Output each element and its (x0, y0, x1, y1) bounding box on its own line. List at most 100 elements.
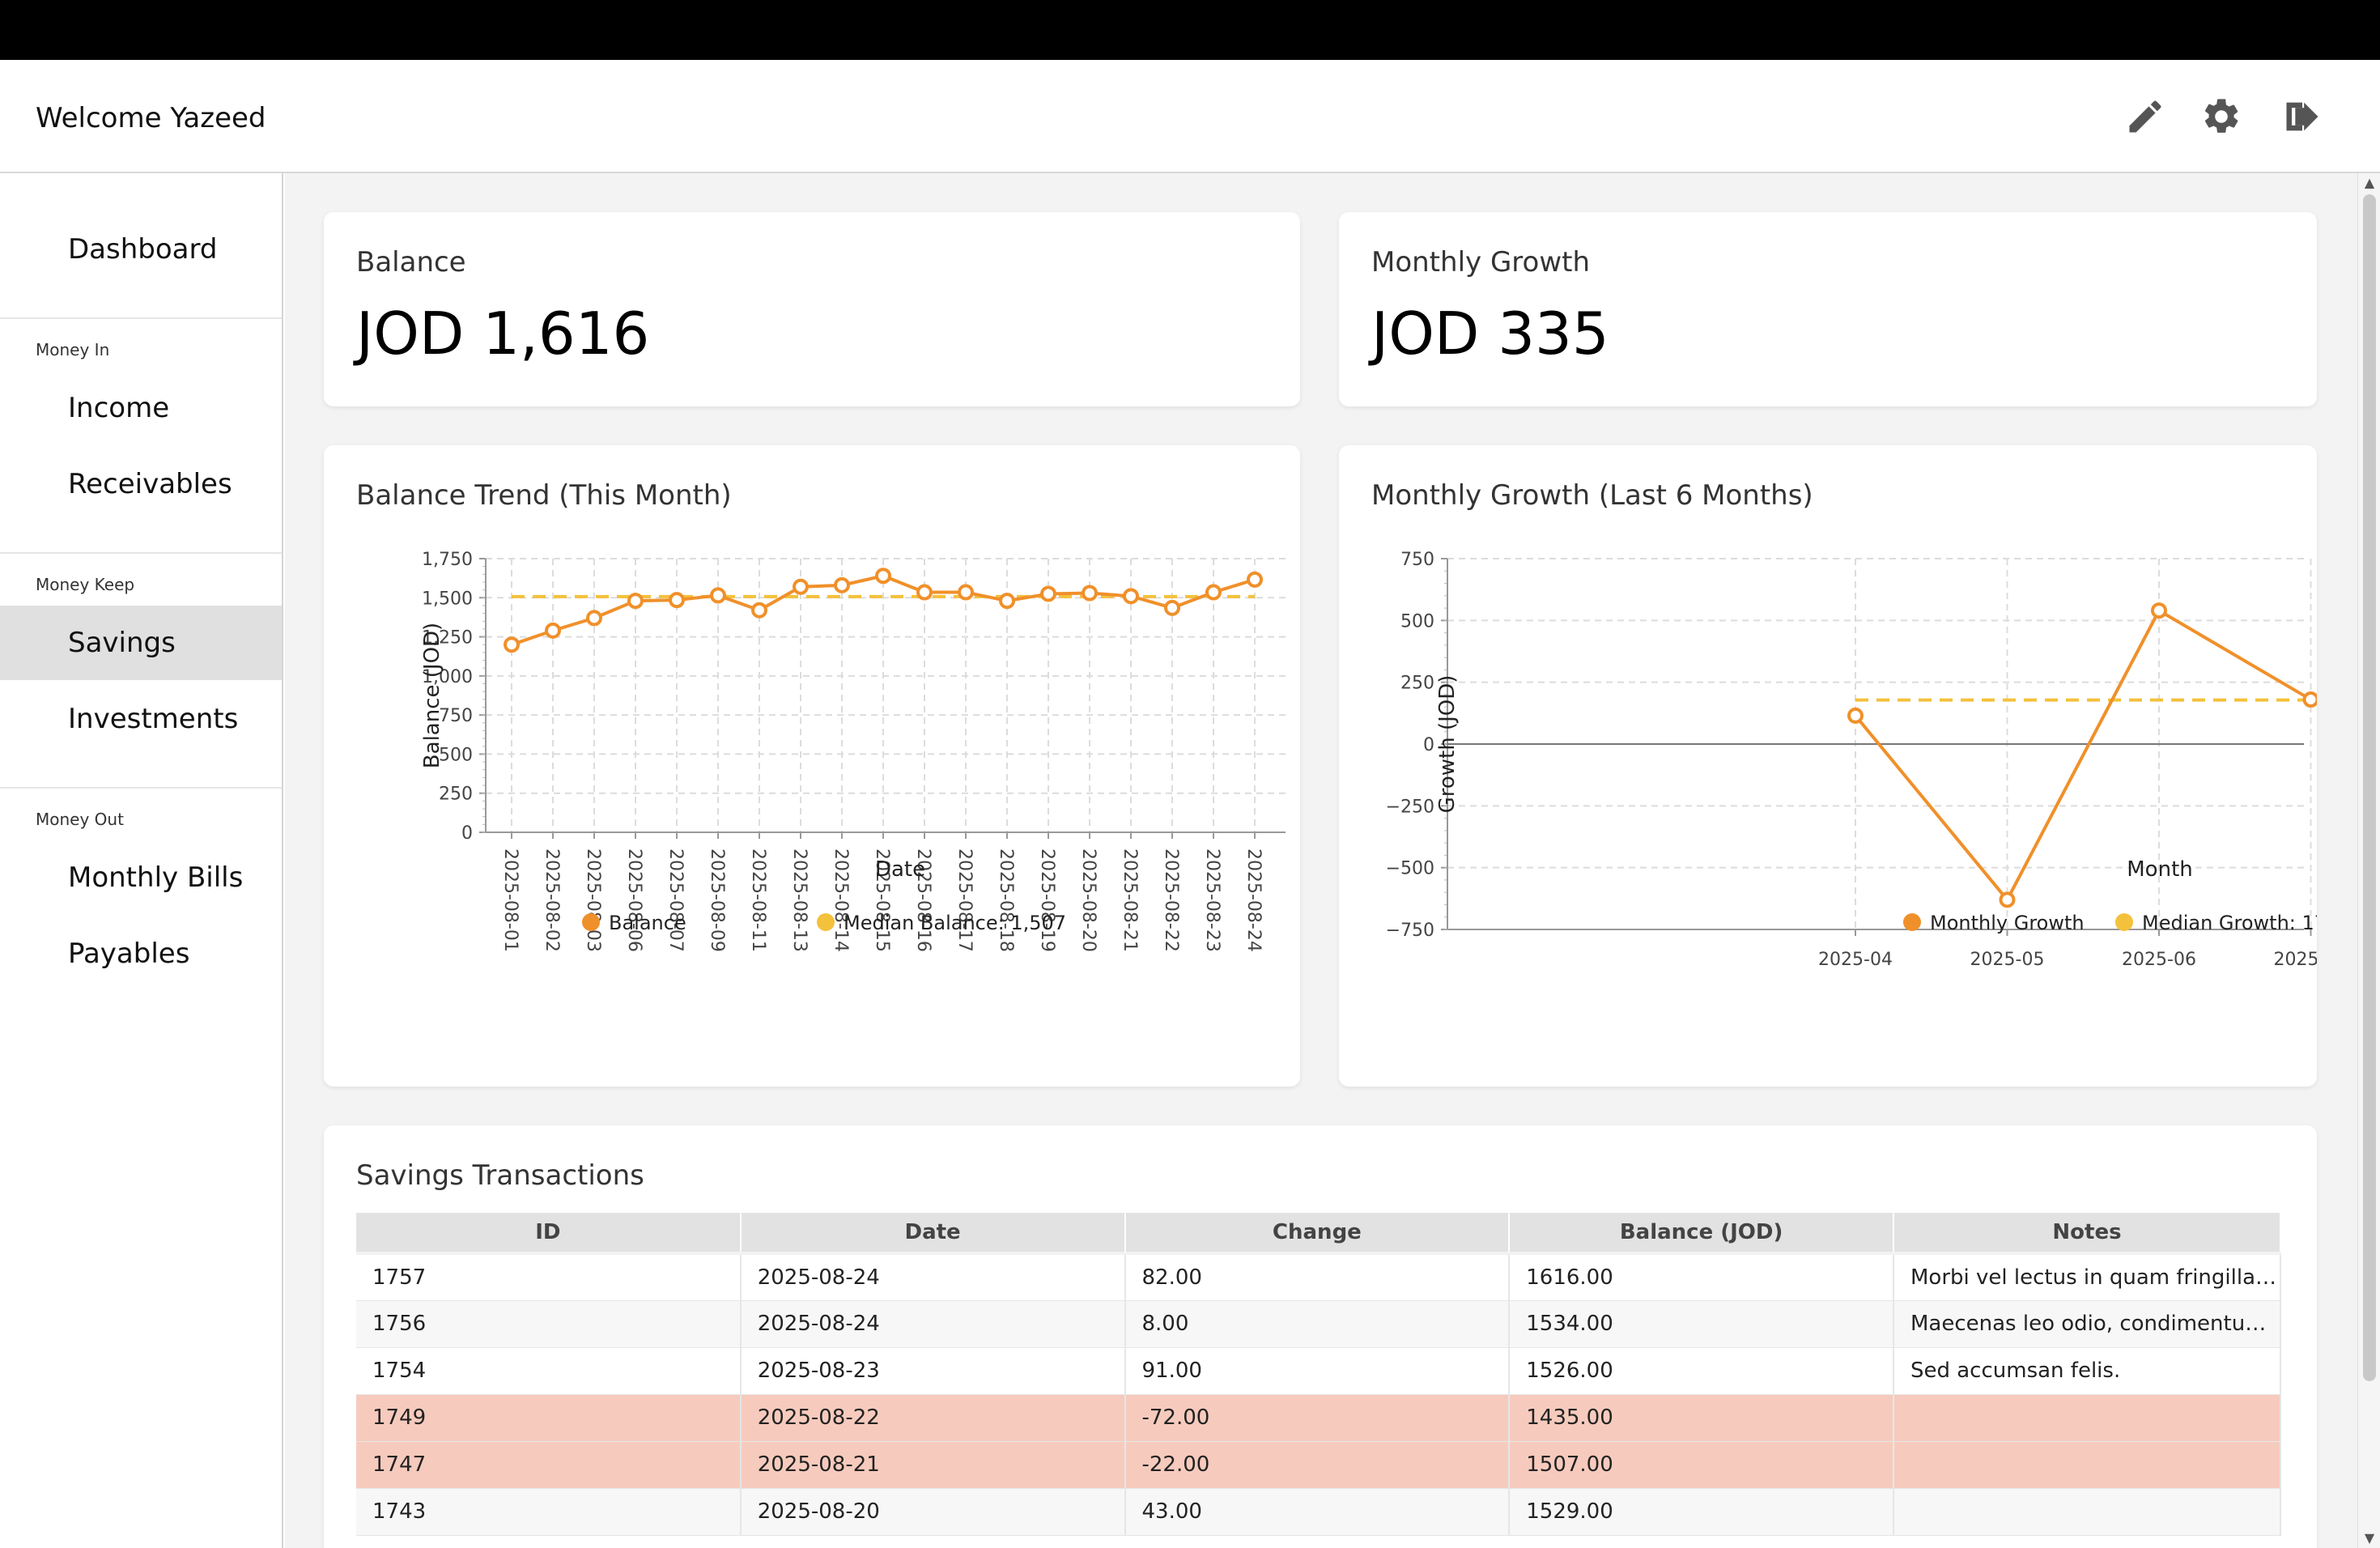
cell-id: 1749 (356, 1394, 742, 1442)
legend-median-marker (817, 913, 835, 931)
section-money-keep: Money Keep (36, 575, 135, 594)
table-row[interactable]: 1743 2025-08-20 43.00 1529.00 (356, 1488, 2282, 1536)
x-tick-label: 2025-08-22 (1161, 848, 1181, 952)
cell-change: 8.00 (1124, 1300, 1511, 1348)
logout-icon[interactable] (2281, 96, 2323, 138)
gear-icon[interactable] (2200, 96, 2242, 138)
sidebar: Dashboard Money In Income Receivables Mo… (0, 173, 283, 1548)
x-tick-label: 2025-04 (1818, 950, 1893, 970)
table-row[interactable]: 1749 2025-08-22 -72.00 1435.00 (356, 1394, 2282, 1442)
x-tick-label: 2025-08-20 (1078, 848, 1099, 952)
sidebar-item-investments[interactable]: Investments (0, 682, 282, 756)
x-tick-label: 2025-08-03 (583, 848, 603, 952)
column-header-change[interactable]: Change (1124, 1213, 1511, 1255)
data-point (504, 636, 520, 653)
transactions-title: Savings Transactions (356, 1159, 644, 1192)
cell-change: 82.00 (1124, 1253, 1511, 1301)
data-point (751, 602, 767, 619)
data-point (1247, 571, 1263, 588)
x-tick-label: 2025-08-17 (954, 848, 975, 952)
sidebar-item-income[interactable]: Income (0, 371, 282, 445)
cell-date: 2025-08-24 (740, 1253, 1126, 1301)
data-point (999, 593, 1015, 610)
data-point (1123, 588, 1139, 605)
y-tick-label: 0 (461, 823, 473, 844)
data-point (958, 584, 974, 601)
monthly-growth-label: Monthly Growth (1371, 246, 1591, 279)
x-tick-label: 2025-08-23 (1202, 848, 1222, 952)
data-point (586, 610, 602, 627)
table-row[interactable]: 1754 2025-08-23 91.00 1526.00 Sed accumsan f… (356, 1347, 2282, 1395)
table-row[interactable]: 1756 2025-08-24 8.00 1534.00 Maecenas leo od… (356, 1300, 2282, 1348)
sidebar-divider (0, 787, 282, 789)
sidebar-item-savings[interactable]: Savings (0, 606, 282, 680)
legend-series-label: Balance (609, 912, 686, 934)
x-tick-label: 2025-08-24 (1243, 848, 1264, 952)
column-header-notes[interactable]: Notes (1893, 1213, 2282, 1255)
x-tick-label: 2025-08-02 (542, 848, 562, 952)
cell-balance: 1616.00 (1509, 1253, 1894, 1301)
scrollbar-thumb[interactable] (2363, 194, 2376, 1381)
cell-change: -72.00 (1124, 1394, 1511, 1442)
table-row[interactable]: 1747 2025-08-21 -22.00 1507.00 (356, 1441, 2282, 1489)
sidebar-item-monthly-bills[interactable]: Monthly Bills (0, 840, 282, 915)
balance-value: JOD 1,616 (356, 300, 650, 368)
y-tick-label: 250 (439, 785, 473, 805)
data-point (669, 592, 685, 609)
legend-series-marker (1903, 913, 1921, 931)
y-tick-label: −750 (1386, 921, 1434, 941)
balance-card: Balance JOD 1,616 (324, 212, 1300, 406)
legend-median-label: Median Growth: 178 (2142, 912, 2317, 934)
balance-trend-card: Balance Trend (This Month) 0 250 500 750 1,0… (324, 445, 1300, 1087)
data-point (1082, 585, 1098, 602)
column-header-id[interactable]: ID (356, 1213, 742, 1255)
sidebar-item-dashboard[interactable]: Dashboard (0, 212, 282, 287)
x-tick-label: 2025-08-14 (831, 848, 851, 952)
data-point (2151, 602, 2167, 619)
x-tick-label: 2025-08-11 (748, 848, 768, 952)
x-tick-label: 2025-08-09 (707, 848, 727, 952)
app-header: Welcome Yazeed (0, 60, 2380, 173)
x-tick-label: 2025-05 (1970, 950, 2045, 970)
y-tick-label: −250 (1386, 797, 1434, 817)
legend-median-marker (2115, 913, 2133, 931)
legend-series-label: Monthly Growth (1930, 912, 2085, 934)
pencil-icon[interactable] (2124, 96, 2166, 138)
column-header-date[interactable]: Date (740, 1213, 1126, 1255)
legend-median-label: Median Balance: 1,507 (844, 912, 1066, 934)
cell-id: 1757 (356, 1253, 742, 1301)
transactions-card: Savings Transactions ID Date Change Bala… (324, 1125, 2317, 1548)
cell-balance: 1529.00 (1509, 1488, 1894, 1536)
table-header-row: ID Date Change Balance (JOD) Notes (356, 1213, 2282, 1255)
x-tick-label: 2025-08-07 (665, 848, 686, 952)
monthly-growth-value: JOD 335 (1371, 300, 1609, 368)
cell-change: -22.00 (1124, 1441, 1511, 1489)
transactions-table: ID Date Change Balance (JOD) Notes 1757 2… (356, 1213, 2282, 1536)
series-line (1854, 608, 2317, 903)
y-tick-label: −500 (1386, 859, 1434, 879)
sidebar-item-payables[interactable]: Payables (0, 916, 282, 991)
balance-trend-chart: 02505007501,0001,2501,5001,7502025-08-01… (420, 550, 1286, 952)
vertical-scrollbar[interactable]: ▲ ▼ (2357, 173, 2380, 1548)
column-header-balance[interactable]: Balance (JOD) (1509, 1213, 1894, 1255)
y-axis-title: Growth (JOD) (1435, 675, 1460, 814)
cell-change: 91.00 (1124, 1347, 1511, 1395)
scroll-up-arrow-icon[interactable]: ▲ (2361, 175, 2378, 191)
sidebar-item-receivables[interactable]: Receivables (0, 447, 282, 521)
cell-change: 43.00 (1124, 1488, 1511, 1536)
cell-balance: 1534.00 (1509, 1300, 1894, 1348)
cell-id: 1747 (356, 1441, 742, 1489)
y-tick-label: 250 (1400, 674, 1434, 694)
scroll-down-arrow-icon[interactable]: ▼ (2361, 1530, 2378, 1546)
data-point (834, 576, 850, 593)
window-top-bar (0, 0, 2380, 60)
data-point (916, 584, 933, 601)
cell-id: 1754 (356, 1347, 742, 1395)
x-axis-title: Month (2127, 857, 2193, 882)
table-row[interactable]: 1757 2025-08-24 82.00 1616.00 Morbi vel lect… (356, 1253, 2282, 1301)
y-tick-label: 1,750 (422, 550, 473, 570)
cell-date: 2025-08-20 (740, 1488, 1126, 1536)
x-tick-label: 2025-08-13 (789, 848, 810, 952)
data-point (1164, 599, 1180, 616)
x-tick-label: 2025-08-19 (1037, 848, 1057, 952)
